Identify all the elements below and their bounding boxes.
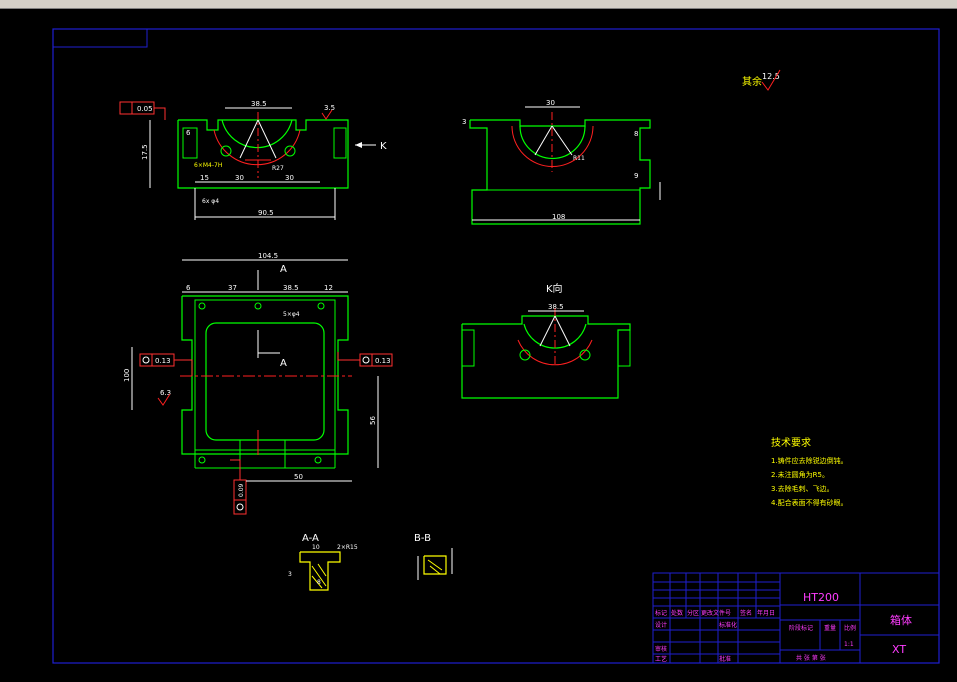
svg-text:100: 100 xyxy=(123,369,131,382)
svg-text:K: K xyxy=(380,141,387,152)
svg-text:1.铸件应去除锐边倒钝。: 1.铸件应去除锐边倒钝。 xyxy=(771,456,848,465)
svg-text:0.13: 0.13 xyxy=(375,357,391,365)
svg-text:批准: 批准 xyxy=(719,655,731,663)
svg-text:17.5: 17.5 xyxy=(141,144,149,160)
svg-text:A: A xyxy=(280,358,287,369)
svg-text:签名: 签名 xyxy=(740,609,752,617)
svg-text:共 张 第 张: 共 张 第 张 xyxy=(796,654,826,662)
side-view: 30 108 R11 8 9 3 xyxy=(462,99,661,225)
svg-text:6.3: 6.3 xyxy=(160,389,171,397)
svg-text:104.5: 104.5 xyxy=(258,252,278,260)
svg-text:年月日: 年月日 xyxy=(757,609,775,617)
section-aa: A-A 10 2×R15 3 8 xyxy=(288,533,358,591)
cad-drawing: 其余 12.5 0.05 38.5 17.5 6 15 30 30 90.5 6… xyxy=(52,28,940,664)
svg-text:重量: 重量 xyxy=(824,624,836,632)
svg-text:90.5: 90.5 xyxy=(258,209,274,217)
drawing-frame xyxy=(52,28,940,664)
material-label: HT200 xyxy=(803,591,839,604)
svg-text:10: 10 xyxy=(312,544,320,551)
svg-text:56: 56 xyxy=(369,416,377,425)
svg-text:5×φ4: 5×φ4 xyxy=(283,311,300,318)
svg-text:审核: 审核 xyxy=(655,645,667,653)
svg-text:3: 3 xyxy=(288,571,292,578)
svg-text:A-A: A-A xyxy=(302,533,319,544)
svg-text:37: 37 xyxy=(228,284,237,292)
svg-text:R11: R11 xyxy=(573,155,585,162)
svg-text:标准化: 标准化 xyxy=(719,621,737,629)
front-view: 0.05 38.5 17.5 6 15 30 30 90.5 6×M4-7H 6… xyxy=(119,100,387,220)
svg-text:108: 108 xyxy=(552,213,565,221)
svg-text:30: 30 xyxy=(546,99,555,107)
section-bb: B-B xyxy=(414,533,453,580)
drawing-code-box xyxy=(52,28,148,48)
svg-text:8: 8 xyxy=(634,130,638,138)
svg-text:1:1: 1:1 xyxy=(844,641,854,648)
svg-text:0.13: 0.13 xyxy=(155,357,171,365)
svg-text:6: 6 xyxy=(186,284,191,292)
svg-text:38.5: 38.5 xyxy=(251,100,267,108)
drawing-canvas[interactable]: 其余 12.5 0.05 38.5 17.5 6 15 30 30 90.5 6… xyxy=(0,9,957,678)
svg-text:4.配合表面不得有砂眼。: 4.配合表面不得有砂眼。 xyxy=(771,498,848,507)
svg-text:R27: R27 xyxy=(272,165,284,172)
roughness-note: 其余 12.5 xyxy=(742,69,781,91)
svg-text:30: 30 xyxy=(235,174,244,182)
svg-text:8: 8 xyxy=(317,579,321,586)
svg-text:A: A xyxy=(280,264,287,275)
svg-text:更改文件号: 更改文件号 xyxy=(701,609,731,617)
svg-text:38.5: 38.5 xyxy=(283,284,299,292)
svg-text:处数: 处数 xyxy=(671,609,683,617)
svg-text:0.09: 0.09 xyxy=(238,483,245,497)
plan-view: A A 104.5 6 37 38.5 12 5×φ4 0.13 0.13 0.… xyxy=(123,252,393,515)
svg-text:3: 3 xyxy=(462,118,466,126)
svg-text:3.去除毛刺、飞边。: 3.去除毛刺、飞边。 xyxy=(771,484,834,493)
svg-text:50: 50 xyxy=(294,473,303,481)
svg-text:0.05: 0.05 xyxy=(137,105,153,113)
svg-text:9: 9 xyxy=(634,172,638,180)
svg-text:2×R15: 2×R15 xyxy=(337,544,358,551)
k-view: K向 38.5 xyxy=(461,282,631,399)
svg-text:2.未注圆角为R5。: 2.未注圆角为R5。 xyxy=(771,470,829,479)
tech-requirements-title: 技术要求 xyxy=(771,436,811,449)
svg-text:分区: 分区 xyxy=(687,609,699,617)
tech-requirements: 技术要求 1.铸件应去除锐边倒钝。 2.未注圆角为R5。 3.去除毛刺、飞边。 … xyxy=(771,436,848,507)
drawing-code: XT xyxy=(892,643,906,656)
svg-text:15: 15 xyxy=(200,174,209,182)
svg-text:比例: 比例 xyxy=(844,624,856,632)
svg-text:6×M4-7H: 6×M4-7H xyxy=(194,162,222,169)
title-block: 标记 处数 分区 更改文件号 签名 年月日 设计 标准化 审核 工艺 批准 阶段… xyxy=(652,572,940,664)
app-toolbar xyxy=(0,0,957,9)
svg-text:30: 30 xyxy=(285,174,294,182)
svg-text:工艺: 工艺 xyxy=(655,655,667,663)
svg-text:阶段标记: 阶段标记 xyxy=(789,624,813,632)
svg-text:B-B: B-B xyxy=(414,533,431,544)
svg-text:K向: K向 xyxy=(546,282,563,295)
svg-text:标记: 标记 xyxy=(655,609,667,617)
svg-text:6x φ4: 6x φ4 xyxy=(202,198,219,205)
svg-text:12.5: 12.5 xyxy=(762,72,780,81)
part-name: 箱体 xyxy=(890,613,912,627)
svg-text:6: 6 xyxy=(186,129,191,137)
svg-text:38.5: 38.5 xyxy=(548,303,564,311)
svg-text:设计: 设计 xyxy=(655,621,667,629)
svg-text:其余: 其余 xyxy=(742,75,762,88)
svg-text:12: 12 xyxy=(324,284,333,292)
svg-text:3.5: 3.5 xyxy=(324,104,335,112)
